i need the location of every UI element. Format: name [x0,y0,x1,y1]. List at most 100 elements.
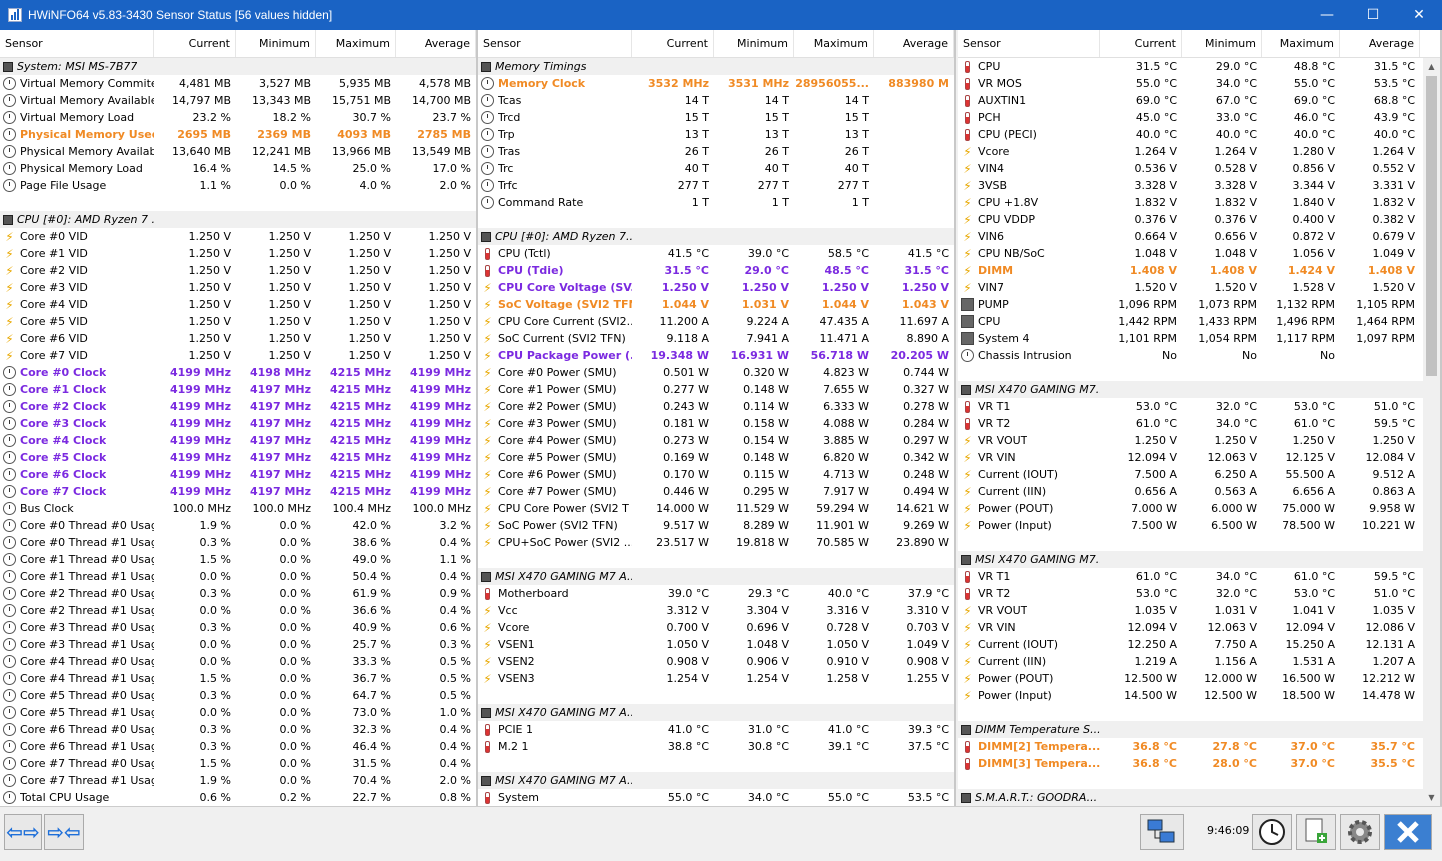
sensor-row[interactable]: Core #1 Clock 4199 MHz 4197 MHz 4215 MHz 419… [0,381,476,398]
sensor-row[interactable]: ⚡ Core #5 VID 1.250 V 1.250 V 1.250 V 1.250 V [0,313,476,330]
sensor-row[interactable]: ⚡ DIMM 1.408 V 1.408 V 1.424 V 1.408 V [958,262,1440,279]
network-button[interactable] [1140,814,1184,850]
sensor-row[interactable]: ⚡ CPU Package Power (... 19.348 W 16.931 W 5… [478,347,954,364]
column-header-minimum[interactable]: Minimum [1182,30,1262,57]
sensor-row[interactable]: CPU (PECI) 40.0 °C 40.0 °C 40.0 °C 40.0 °C [958,126,1440,143]
sensor-row[interactable]: PCIE 1 41.0 °C 31.0 °C 41.0 °C 39.3 °C [478,721,954,738]
sensor-row[interactable]: ⚡ VR VIN 12.094 V 12.063 V 12.125 V 12.084 V [958,449,1440,466]
sensor-row[interactable]: ⚡ Core #2 Power (SMU) 0.243 W 0.114 W 6.333 … [478,398,954,415]
sensor-row[interactable]: ⚡ Current (IOUT) 7.500 A 6.250 A 55.500 A 9.5… [958,466,1440,483]
sensor-row[interactable]: ⚡ Core #6 Power (SMU) 0.170 W 0.115 W 4.713 … [478,466,954,483]
sensor-row[interactable]: Trp 13 T 13 T 13 T [478,126,954,143]
sensor-row[interactable]: Core #6 Thread #0 Usage 0.3 % 0.0 % 32.3 % 0… [0,721,476,738]
sensor-row[interactable]: Physical Memory Load 16.4 % 14.5 % 25.0 % 17… [0,160,476,177]
sensor-row[interactable]: CPU (Tdie) 31.5 °C 29.0 °C 48.5 °C 31.5 °C [478,262,954,279]
column-header-current[interactable]: Current [1100,30,1182,57]
settings-button[interactable] [1340,814,1380,850]
sensor-row[interactable]: Tras 26 T 26 T 26 T [478,143,954,160]
sensor-row[interactable]: ⚡ Power (POUT) 7.000 W 6.000 W 75.000 W 9.958… [958,500,1440,517]
sensor-row[interactable]: System 4 1,101 RPM 1,054 RPM 1,117 RPM 1,097… [958,330,1440,347]
sensor-row[interactable]: ⚡ VR VOUT 1.250 V 1.250 V 1.250 V 1.250 V [958,432,1440,449]
sensor-row[interactable]: ⚡ Vcore 0.700 V 0.696 V 0.728 V 0.703 V [478,619,954,636]
sensor-row[interactable]: ⚡ Core #7 VID 1.250 V 1.250 V 1.250 V 1.250 V [0,347,476,364]
sensor-row[interactable]: Virtual Memory Load 23.2 % 18.2 % 30.7 % 23.… [0,109,476,126]
sensor-row[interactable]: ⚡ 3VSB 3.328 V 3.328 V 3.344 V 3.331 V [958,177,1440,194]
sensor-row[interactable]: ⚡ Power (Input) 14.500 W 12.500 W 18.500 W 14… [958,687,1440,704]
sensor-row[interactable]: ⚡ Core #5 Power (SMU) 0.169 W 0.148 W 6.820 … [478,449,954,466]
sensor-row[interactable]: ⚡ CPU Core Power (SVI2 T 14.000 W 11.529 W 5… [478,500,954,517]
column-header-maximum[interactable]: Maximum [794,30,874,57]
sensor-row[interactable]: VR T2 61.0 °C 34.0 °C 61.0 °C 59.5 °C [958,415,1440,432]
sensor-row[interactable]: ⚡ VR VOUT 1.035 V 1.031 V 1.041 V 1.035 V [958,602,1440,619]
sensor-row[interactable]: ⚡ Core #3 VID 1.250 V 1.250 V 1.250 V 1.250 V [0,279,476,296]
sensor-row[interactable]: Bus Clock 100.0 MHz 100.0 MHz 100.4 MHz 100.… [0,500,476,517]
sensor-row[interactable]: Core #1 Thread #1 Usage 0.0 % 0.0 % 50.4 % 0… [0,568,476,585]
sensor-row[interactable]: DIMM[3] Tempera... 36.8 °C 28.0 °C 37.0 °C 3… [958,755,1440,772]
sensor-row[interactable]: VR T1 53.0 °C 32.0 °C 53.0 °C 51.0 °C [958,398,1440,415]
sensor-row[interactable]: Core #6 Thread #1 Usage 0.3 % 0.0 % 46.4 % 0… [0,738,476,755]
sensor-row[interactable]: ⚡ Core #1 Power (SMU) 0.277 W 0.148 W 7.655 … [478,381,954,398]
column-header-sensor[interactable]: Sensor [478,30,632,57]
sensor-row[interactable]: Physical Memory Used 2695 MB 2369 MB 4093 M… [0,126,476,143]
sensor-row[interactable]: Core #2 Thread #0 Usage 0.3 % 0.0 % 61.9 % 0… [0,585,476,602]
scroll-down-arrow-icon[interactable]: ▼ [1423,789,1440,806]
sensor-row[interactable]: Core #0 Clock 4199 MHz 4198 MHz 4215 MHz 419… [0,364,476,381]
sensor-row[interactable]: ⚡ SoC Voltage (SVI2 TFN) 1.044 V 1.031 V 1.0… [478,296,954,313]
sensor-pane-1[interactable]: Sensor Current Minimum Maximum Average System… [0,30,478,806]
add-log-button[interactable] [1296,814,1336,850]
sensor-row[interactable]: Core #2 Thread #1 Usage 0.0 % 0.0 % 36.6 % 0… [0,602,476,619]
vertical-scrollbar[interactable]: ▲ ▼ [1423,58,1440,806]
sensor-row[interactable]: ⚡ Vcc 3.312 V 3.304 V 3.316 V 3.310 V [478,602,954,619]
sensor-row[interactable]: Trcd 15 T 15 T 15 T [478,109,954,126]
sensor-row[interactable]: ⚡ Core #1 VID 1.250 V 1.250 V 1.250 V 1.250 V [0,245,476,262]
collapse-arrows-button[interactable]: ⇨⇦ [44,814,84,850]
sensor-row[interactable]: ⚡ SoC Current (SVI2 TFN) 9.118 A 7.941 A 11.… [478,330,954,347]
sensor-row[interactable]: PCH 45.0 °C 33.0 °C 46.0 °C 43.9 °C [958,109,1440,126]
sensor-row[interactable]: Chassis Intrusion No No No [958,347,1440,364]
sensor-row[interactable]: VR MOS 55.0 °C 34.0 °C 55.0 °C 53.5 °C [958,75,1440,92]
close-sensors-button[interactable] [1384,814,1432,850]
sensor-row[interactable]: Core #3 Thread #0 Usage 0.3 % 0.0 % 40.9 % 0… [0,619,476,636]
sensor-row[interactable]: ⚡ VSEN3 1.254 V 1.254 V 1.258 V 1.255 V [478,670,954,687]
sensor-row[interactable]: ⚡ Core #0 VID 1.250 V 1.250 V 1.250 V 1.250 V [0,228,476,245]
sensor-row[interactable]: ⚡ Core #0 Power (SMU) 0.501 W 0.320 W 4.823 … [478,364,954,381]
sensor-row[interactable]: ⚡ CPU NB/SoC 1.048 V 1.048 V 1.056 V 1.049 V [958,245,1440,262]
sensor-row[interactable]: Core #4 Thread #0 Usage 0.0 % 0.0 % 33.3 % 0… [0,653,476,670]
sensor-row[interactable]: ⚡ Current (IIN) 0.656 A 0.563 A 6.656 A 0.863… [958,483,1440,500]
sensor-group-row[interactable]: Memory Timings [478,58,954,75]
sensor-row[interactable]: Motherboard 39.0 °C 29.3 °C 40.0 °C 37.9 °C [478,585,954,602]
sensor-row[interactable]: Core #1 Thread #0 Usage 1.5 % 0.0 % 49.0 % 1… [0,551,476,568]
sensor-group-row[interactable]: DIMM Temperature S... [958,721,1440,738]
sensor-row[interactable]: ⚡ Core #3 Power (SMU) 0.181 W 0.158 W 4.088 … [478,415,954,432]
column-header-maximum[interactable]: Maximum [316,30,396,57]
column-header-sensor[interactable]: Sensor [958,30,1100,57]
scrollbar-thumb[interactable] [1426,76,1437,376]
sensor-group-row[interactable]: CPU [#0]: AMD Ryzen 7 ... [0,211,476,228]
sensor-row[interactable]: ⚡ Core #7 Power (SMU) 0.446 W 0.295 W 7.917 … [478,483,954,500]
sensor-row[interactable]: Virtual Memory Available 14,797 MB 13,343 … [0,92,476,109]
sensor-row[interactable]: ⚡ CPU +1.8V 1.832 V 1.832 V 1.840 V 1.832 V [958,194,1440,211]
sensor-row[interactable]: Core #5 Clock 4199 MHz 4197 MHz 4215 MHz 419… [0,449,476,466]
sensor-row[interactable]: ⚡ Power (Input) 7.500 W 6.500 W 78.500 W 10.2… [958,517,1440,534]
column-header-minimum[interactable]: Minimum [714,30,794,57]
column-header-average[interactable]: Average [396,30,476,57]
sensor-row[interactable]: ⚡ CPU+SoC Power (SVI2 ... 23.517 W 19.818 W… [478,534,954,551]
column-header-sensor[interactable]: Sensor [0,30,154,57]
sensor-row[interactable]: Trfc 277 T 277 T 277 T [478,177,954,194]
sensor-row[interactable]: ⚡ VSEN1 1.050 V 1.048 V 1.050 V 1.049 V [478,636,954,653]
sensor-group-row[interactable]: MSI X470 GAMING M7 A... [478,704,954,721]
sensor-row[interactable]: Core #3 Thread #1 Usage 0.0 % 0.0 % 25.7 % 0… [0,636,476,653]
sensor-row[interactable]: PUMP 1,096 RPM 1,073 RPM 1,132 RPM 1,105 RPM [958,296,1440,313]
sensor-row[interactable]: ⚡ VSEN2 0.908 V 0.906 V 0.910 V 0.908 V [478,653,954,670]
sensor-row[interactable]: ⚡ Core #6 VID 1.250 V 1.250 V 1.250 V 1.250 V [0,330,476,347]
sensor-row[interactable]: Memory Clock 3532 MHz 3531 MHz 28956055... 8… [478,75,954,92]
maximize-button[interactable]: ☐ [1350,0,1396,30]
column-header-average[interactable]: Average [874,30,954,57]
sensor-row[interactable]: ⚡ VIN6 0.664 V 0.656 V 0.872 V 0.679 V [958,228,1440,245]
scroll-up-arrow-icon[interactable]: ▲ [1423,58,1440,75]
sensor-row[interactable]: Core #5 Thread #1 Usage 0.0 % 0.0 % 73.0 % 1… [0,704,476,721]
sensor-row[interactable]: Core #0 Thread #1 Usage 0.3 % 0.0 % 38.6 % 0… [0,534,476,551]
sensor-row[interactable]: Core #6 Clock 4199 MHz 4197 MHz 4215 MHz 419… [0,466,476,483]
column-header-minimum[interactable]: Minimum [236,30,316,57]
column-header-current[interactable]: Current [154,30,236,57]
